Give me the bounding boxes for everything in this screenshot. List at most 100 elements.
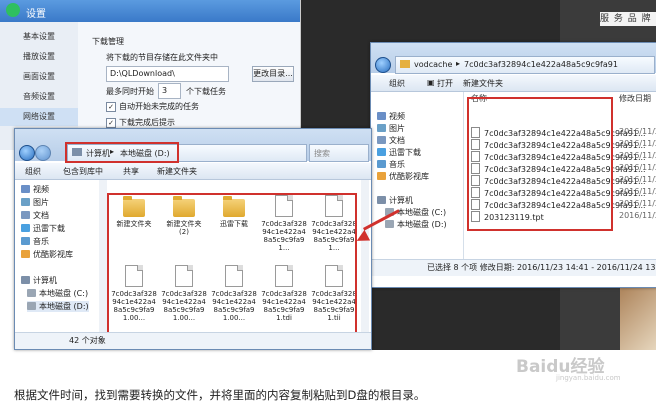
explorer-window-drive-d: 计算机 ▸ 本地磁盘 (D:) 搜索 组织 包含到库中 共享 新建文件夹 视频 … bbox=[14, 128, 372, 350]
highlight-box-files bbox=[107, 193, 357, 335]
search-input[interactable]: 搜索 bbox=[314, 148, 330, 159]
nav-computer[interactable]: 计算机 bbox=[377, 195, 413, 206]
pictures-icon bbox=[377, 124, 386, 132]
app-logo-icon bbox=[6, 3, 20, 17]
settings-tab-network[interactable]: 网络设置 bbox=[0, 108, 78, 126]
nav-label: 音乐 bbox=[33, 237, 49, 246]
nav-pictures[interactable]: 图片 bbox=[377, 123, 405, 134]
nav-label: 视频 bbox=[33, 185, 49, 194]
back-button[interactable] bbox=[375, 57, 391, 73]
status-bar: 42 个对象 bbox=[15, 332, 371, 349]
download-path-input[interactable]: D:\QLDownload\ bbox=[106, 66, 229, 82]
nav-drive-d[interactable]: 本地磁盘 (D:) bbox=[27, 301, 89, 312]
after-done-label: 下载完成后提示 bbox=[119, 118, 175, 127]
file-date: 2016/11/2 bbox=[619, 187, 656, 196]
nav-drive-c[interactable]: 本地磁盘 (C:) bbox=[27, 288, 88, 299]
nav-computer[interactable]: 计算机 bbox=[21, 275, 57, 286]
folder-icon bbox=[400, 60, 410, 68]
nav-youku[interactable]: 优酷影视库 bbox=[21, 249, 73, 260]
nav-thunder[interactable]: 迅雷下载 bbox=[21, 223, 65, 234]
nav-label: 优酷影视库 bbox=[33, 250, 73, 259]
nav-label: 本地磁盘 (C:) bbox=[39, 289, 89, 298]
new-folder-button[interactable]: 新建文件夹 bbox=[157, 166, 197, 177]
settings-tab-playback[interactable]: 播放设置 bbox=[0, 48, 78, 66]
address-bar[interactable]: vodcache ▸ 7c0dc3af32894c1e422a48a5c9c9f… bbox=[395, 56, 655, 74]
videos-icon bbox=[377, 112, 386, 120]
nav-label: 计算机 bbox=[389, 196, 413, 205]
highlight-box-address bbox=[65, 142, 179, 163]
settings-title: 设置 bbox=[26, 9, 46, 20]
nav-thunder[interactable]: 迅雷下载 bbox=[377, 147, 421, 158]
pictures-icon bbox=[21, 198, 30, 206]
highlight-box-files bbox=[467, 97, 613, 231]
status-text: 已选择 8 个项 修改日期: 2016/11/23 14:41 - 2016/1… bbox=[427, 263, 656, 272]
drive-icon bbox=[27, 289, 36, 297]
nav-label: 本地磁盘 (D:) bbox=[397, 220, 447, 229]
instruction-caption: 根据文件时间，找到需要转换的文件，并将里面的内容复制粘贴到D盘的根目录。 bbox=[14, 388, 426, 402]
service-brand-banner: 服 务 品 牌 bbox=[600, 12, 656, 26]
documents-icon bbox=[21, 211, 30, 219]
save-folder-label: 将下载的节目存储在此文件夹中 bbox=[106, 53, 218, 62]
nav-videos[interactable]: 视频 bbox=[377, 111, 405, 122]
breadcrumb-hash-folder[interactable]: 7c0dc3af32894c1e422a48a5c9c9fa91 bbox=[464, 60, 618, 69]
section-title: 下载管理 bbox=[92, 37, 124, 46]
explorer-toolbar: 组织 ▣ 打开 新建文件夹 bbox=[371, 75, 656, 92]
file-date: 2016/11/2 bbox=[619, 127, 656, 136]
max-tasks-select[interactable]: 3 bbox=[158, 83, 181, 99]
file-date: 2016/11/2 bbox=[619, 139, 656, 148]
nav-label: 迅雷下载 bbox=[389, 148, 421, 157]
change-folder-button[interactable]: 更改目录... bbox=[252, 66, 294, 82]
organize-menu[interactable]: 组织 bbox=[389, 78, 405, 89]
back-button[interactable] bbox=[19, 145, 35, 161]
settings-tab-video[interactable]: 画面设置 bbox=[0, 68, 78, 86]
include-in-library-menu[interactable]: 包含到库中 bbox=[63, 166, 103, 177]
music-icon bbox=[21, 237, 30, 245]
documents-icon bbox=[377, 136, 386, 144]
nav-label: 计算机 bbox=[33, 276, 57, 285]
thunder-icon bbox=[21, 224, 30, 232]
file-date: 2016/11/2 bbox=[619, 163, 656, 172]
nav-music[interactable]: 音乐 bbox=[377, 159, 405, 170]
chevron-right-icon: ▸ bbox=[456, 59, 461, 68]
nav-pictures[interactable]: 图片 bbox=[21, 197, 49, 208]
navigation-pane: 视频 图片 文档 迅雷下载 音乐 优酷影视库 计算机 本地磁盘 (C:) 本地磁… bbox=[371, 92, 464, 267]
drive-icon bbox=[385, 220, 394, 228]
settings-titlebar: 设置 bbox=[0, 0, 300, 22]
computer-icon bbox=[21, 276, 30, 284]
thunder-icon bbox=[377, 148, 386, 156]
baidu-watermark-url: jingyan.baidu.com bbox=[556, 374, 621, 382]
new-folder-button[interactable]: 新建文件夹 bbox=[463, 78, 503, 89]
explorer-window-vodcache: vodcache ▸ 7c0dc3af32894c1e422a48a5c9c9f… bbox=[370, 42, 656, 288]
nav-documents[interactable]: 文档 bbox=[377, 135, 405, 146]
max-tasks-suffix: 个下载任务 bbox=[186, 87, 226, 96]
nav-youku[interactable]: 优酷影视库 bbox=[377, 171, 429, 182]
status-bar: 已选择 8 个项 修改日期: 2016/11/23 14:41 - 2016/1… bbox=[371, 259, 656, 276]
nav-label: 优酷影视库 bbox=[389, 172, 429, 181]
computer-icon bbox=[377, 196, 386, 204]
open-button[interactable]: 打开 bbox=[437, 78, 453, 89]
forward-button[interactable] bbox=[35, 145, 51, 161]
nav-music[interactable]: 音乐 bbox=[21, 236, 49, 247]
file-date: 2016/11/2 bbox=[619, 175, 656, 184]
auto-start-checkbox[interactable]: ✓ bbox=[106, 102, 116, 112]
nav-label: 本地磁盘 (D:) bbox=[39, 302, 89, 311]
youku-icon bbox=[377, 172, 386, 180]
scrollbar[interactable] bbox=[99, 180, 107, 332]
nav-label: 图片 bbox=[33, 198, 49, 207]
nav-videos[interactable]: 视频 bbox=[21, 184, 49, 195]
after-done-checkbox[interactable]: ✓ bbox=[106, 118, 116, 128]
column-header-date[interactable]: 修改日期 bbox=[619, 93, 651, 104]
settings-tab-audio[interactable]: 音频设置 bbox=[0, 88, 78, 106]
max-tasks-prefix: 最多同时开始 bbox=[106, 87, 154, 96]
nav-documents[interactable]: 文档 bbox=[21, 210, 49, 221]
search-box[interactable]: 搜索 bbox=[309, 144, 369, 162]
nav-label: 文档 bbox=[33, 211, 49, 220]
settings-tab-basic[interactable]: 基本设置 bbox=[0, 28, 78, 46]
nav-drive-d[interactable]: 本地磁盘 (D:) bbox=[385, 219, 447, 230]
youku-icon bbox=[21, 250, 30, 258]
breadcrumb-vodcache[interactable]: vodcache bbox=[414, 60, 452, 69]
scrollbar[interactable] bbox=[361, 180, 369, 332]
organize-menu[interactable]: 组织 bbox=[25, 166, 41, 177]
share-menu[interactable]: 共享 bbox=[123, 166, 139, 177]
navigation-pane: 视频 图片 文档 迅雷下载 音乐 优酷影视库 计算机 本地磁盘 (C:) 本地磁… bbox=[15, 180, 100, 332]
